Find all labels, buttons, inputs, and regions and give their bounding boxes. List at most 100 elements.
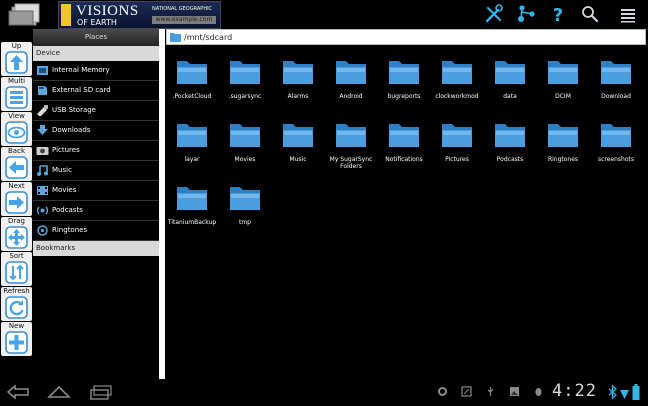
recent-apps-icon[interactable] [88,384,114,400]
folder-item[interactable]: My SugarSync Folders [325,119,377,179]
search-icon[interactable] [580,4,600,24]
folder-item[interactable]: bugreports [378,56,430,116]
folder-name: screenshots [597,156,635,163]
place-label: Movies [52,186,77,194]
folder-item[interactable]: screenshots [590,119,642,179]
help-icon[interactable]: ? [548,4,568,24]
refresh-button[interactable]: Refresh [1,287,32,321]
place-podcasts[interactable]: Podcasts [33,201,159,221]
folder-name: Podcasts [496,156,524,163]
place-internal-memory[interactable]: Internal Memory [33,61,159,81]
path-text: /mnt/sdcard [184,33,233,42]
folder-name: .PocketCloud [172,93,212,100]
panel-divider[interactable] [159,29,165,379]
film-icon [37,186,48,195]
folder-name: My SugarSync Folders [329,156,373,170]
view-button[interactable]: View [1,112,32,146]
folder-icon [283,124,313,147]
folder-item[interactable]: Notifications [378,119,430,179]
folder-item[interactable]: Podcasts [484,119,536,179]
drag-icon [5,226,28,249]
folder-icon [230,124,260,147]
folder-item[interactable]: Pictures [431,119,483,179]
settings-status-icon [438,387,447,396]
place-label: Internal Memory [52,66,110,74]
arrow-right-icon [5,191,28,214]
refresh-label: Refresh [3,287,30,295]
folder-item[interactable]: Alarms [272,56,324,116]
menu-icon[interactable] [618,4,638,24]
usb-icon [37,105,48,116]
device-section-header: Device [33,46,159,61]
folder-item[interactable]: tmp [219,182,271,242]
sort-label: Sort [9,252,24,260]
image-status-icon [510,387,519,396]
folder-item[interactable]: Android [325,56,377,116]
folder-name: Music [289,156,307,163]
place-external-sd[interactable]: External SD card [33,81,159,101]
place-usb-storage[interactable]: USB Storage [33,101,159,121]
folder-icon [336,124,366,147]
folder-name: Notifications [385,156,423,163]
folder-item[interactable]: Movies [219,119,271,179]
multi-button[interactable]: Multi [1,77,32,111]
bluetooth-icon [608,385,617,399]
folder-item[interactable]: .PocketCloud [166,56,218,116]
refresh-icon [5,296,28,319]
next-label: Next [8,182,25,190]
up-label: Up [11,42,22,50]
folder-name: Download [601,93,631,100]
next-button[interactable]: Next [1,182,32,216]
folder-icon [177,61,207,84]
folder-item[interactable]: Ringtones [537,119,589,179]
folder-item[interactable]: .sugarsync [219,56,271,116]
drag-button[interactable]: Drag [1,217,32,251]
home-nav-icon[interactable] [46,384,72,400]
folder-icon [548,61,578,84]
download-icon [37,125,48,135]
ad-banner[interactable]: VISIONS OF EARTH NATIONAL GEOGRAPHIC www… [58,1,221,29]
up-button[interactable]: Up [1,42,32,76]
place-label: Podcasts [52,206,83,214]
system-bar: 4:22 [0,379,648,406]
folder-icon [548,124,578,147]
usb-status-icon [487,387,494,396]
folder-icon [230,187,260,210]
folder-name: TitaniumBackup [167,219,217,226]
sort-button[interactable]: Sort [1,252,32,286]
place-label: Pictures [52,146,80,154]
bookmarks-section-header: Bookmarks [33,241,159,256]
folder-name: Alarms [287,93,309,100]
place-ringtones[interactable]: Ringtones [33,221,159,241]
place-pictures[interactable]: Pictures [33,141,159,161]
folder-name: Movies [234,156,256,163]
place-downloads[interactable]: Downloads [33,121,159,141]
back-button[interactable]: Back [1,147,32,181]
new-button[interactable]: New [1,322,32,356]
folder-icon [389,61,419,84]
sort-icon [5,261,28,284]
action-bar: VISIONS OF EARTH NATIONAL GEOGRAPHIC www… [0,0,648,30]
folder-icon [442,61,472,84]
path-bar[interactable]: /mnt/sdcard [166,29,646,45]
back-nav-icon[interactable] [6,384,32,400]
folder-item[interactable]: TitaniumBackup [166,182,218,242]
folder-item[interactable]: layar [166,119,218,179]
folder-name: clockworkmod [435,93,479,100]
arrow-up-icon [5,51,28,74]
multi-select-icon [5,86,28,109]
folder-item[interactable]: data [484,56,536,116]
folder-icon [177,124,207,147]
folder-item[interactable]: clockworkmod [431,56,483,116]
folder-item[interactable]: Download [590,56,642,116]
place-movies[interactable]: Movies [33,181,159,201]
folder-item[interactable]: DCIM [537,56,589,116]
tools-icon[interactable] [484,4,504,24]
folder-icon [230,61,260,84]
folder-icon [495,61,525,84]
share-icon[interactable] [516,4,536,24]
place-music[interactable]: Music [33,161,159,181]
app-folder-icon[interactable] [6,3,46,27]
folder-item[interactable]: Music [272,119,324,179]
folder-icon [601,61,631,84]
